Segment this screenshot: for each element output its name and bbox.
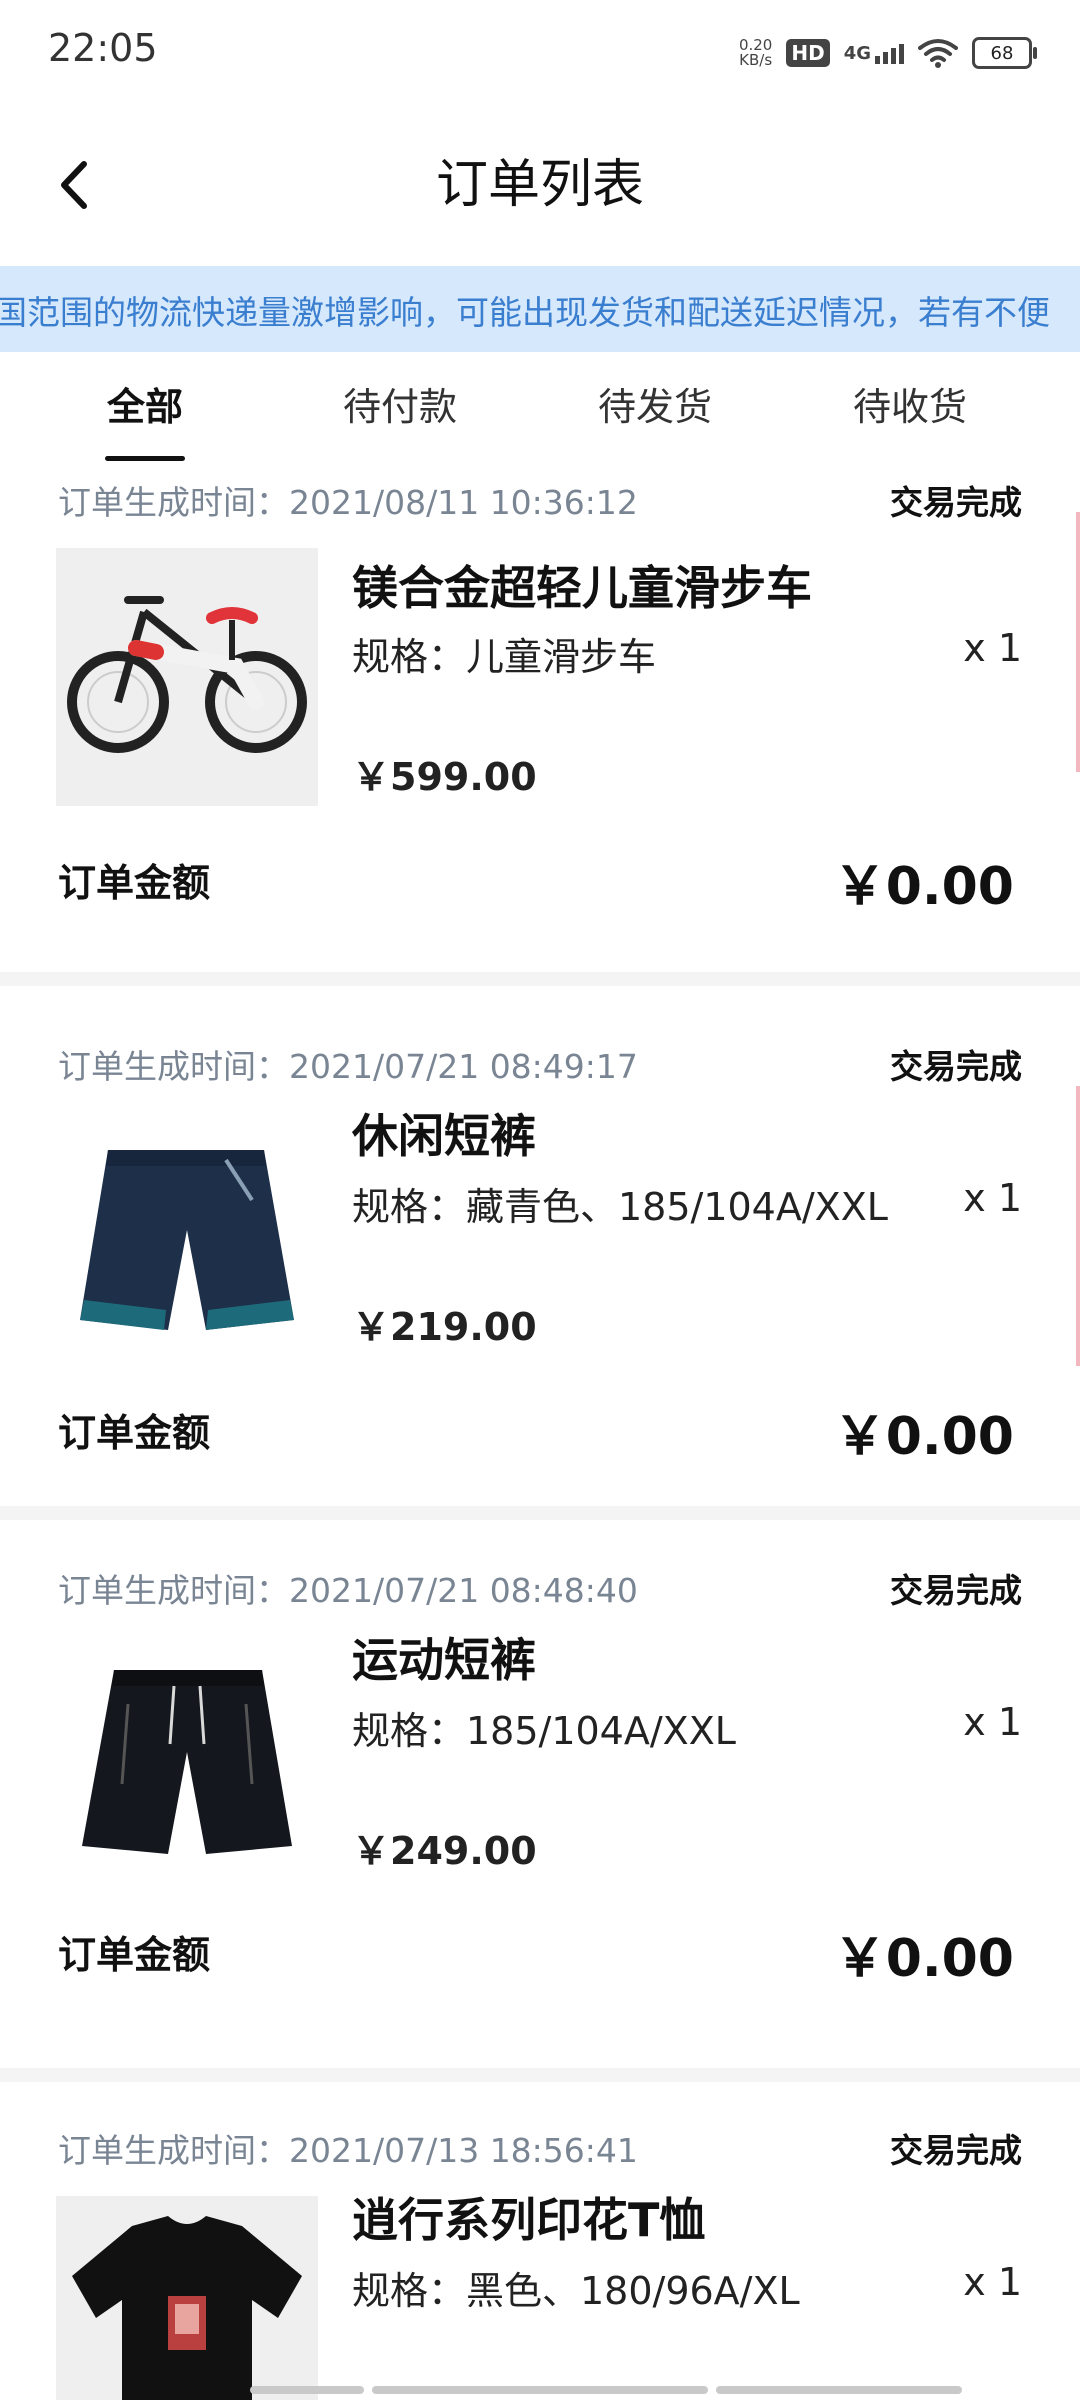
order-status: 交易完成	[890, 483, 1022, 522]
order-tabs: 全部 待付款 待发货 待收货	[0, 352, 1080, 464]
order-card[interactable]: 订单生成时间：2021/07/13 18:56:41 交易完成 逍行系列印花T恤…	[0, 2082, 1080, 2400]
tab-pending-receipt[interactable]: 待收货	[840, 376, 980, 431]
black-shorts-image[interactable]	[56, 1634, 318, 1892]
order-amount-label: 订单金额	[58, 1933, 211, 1977]
navy-shorts-image[interactable]	[56, 1110, 318, 1368]
home-indicator-left	[250, 2386, 364, 2394]
balance-bike-image[interactable]	[56, 548, 318, 806]
network-speed: 0.20 KB/s	[738, 36, 773, 69]
battery-icon: 68	[972, 37, 1037, 69]
order-card[interactable]: 订单生成时间：2021/07/21 08:48:40 交易完成 运动短裤 规格：…	[0, 1520, 1080, 2068]
status-bar: 22:05 0.20 KB/s HD 4G 68	[0, 0, 1080, 100]
scroll-edge-marker	[1076, 512, 1080, 772]
order-time: 订单生成时间：2021/08/11 10:36:12	[58, 483, 638, 522]
black-tshirt-image[interactable]	[56, 2196, 318, 2400]
hd-icon: HD	[786, 39, 830, 67]
signal-icon: 4G	[844, 43, 904, 64]
wifi-icon	[918, 39, 958, 68]
order-divider	[0, 972, 1080, 986]
product-price: ￥599.00	[352, 755, 537, 799]
order-divider	[0, 2068, 1080, 2082]
order-card[interactable]: 订单生成时间：2021/07/21 08:49:17 交易完成 休闲短裤 规格：…	[0, 986, 1080, 1506]
home-indicator-right	[716, 2386, 962, 2394]
notice-text: 国范围的物流快递量激增影响，可能出现发货和配送延迟情况，若有不便	[0, 293, 1050, 332]
order-time: 订单生成时间：2021/07/21 08:49:17	[58, 1047, 638, 1086]
order-time: 订单生成时间：2021/07/21 08:48:40	[58, 1571, 638, 1610]
product-name[interactable]: 休闲短裤	[352, 1100, 536, 1166]
status-icons: 0.20 KB/s HD 4G 68	[738, 30, 1037, 76]
product-price: ￥249.00	[352, 1829, 537, 1873]
product-qty: x 1	[963, 1176, 1022, 1220]
tab-pending-shipment[interactable]: 待发货	[585, 376, 725, 431]
home-indicator-center[interactable]	[372, 2386, 708, 2394]
product-qty: x 1	[963, 2260, 1022, 2304]
tab-active-indicator	[105, 456, 185, 461]
order-amount-value: ￥0.00	[833, 1929, 1014, 1989]
product-name[interactable]: 运动短裤	[352, 1624, 536, 1690]
page-title: 订单列表	[435, 155, 644, 215]
product-qty: x 1	[963, 626, 1022, 670]
product-spec: 规格：185/104A/XXL	[352, 1709, 736, 1753]
order-divider	[0, 1506, 1080, 1520]
notice-banner[interactable]: 国范围的物流快递量激增影响，可能出现发货和配送延迟情况，若有不便	[0, 266, 1080, 352]
product-qty: x 1	[963, 1700, 1022, 1744]
scroll-edge-marker	[1076, 1086, 1080, 1366]
order-amount-value: ￥0.00	[833, 857, 1014, 917]
product-spec: 规格：藏青色、185/104A/XXL	[352, 1185, 888, 1229]
product-spec: 规格：黑色、180/96A/XL	[352, 2269, 800, 2313]
nav-bar: 订单列表	[0, 120, 1080, 250]
product-price: ￥219.00	[352, 1305, 537, 1349]
order-status: 交易完成	[890, 1047, 1022, 1086]
order-list[interactable]: 订单生成时间：2021/08/11 10:36:12 交易完成 镁合金超轻儿童滑…	[0, 462, 1080, 2400]
product-name[interactable]: 镁合金超轻儿童滑步车	[352, 552, 812, 618]
order-amount-value: ￥0.00	[833, 1407, 1014, 1467]
order-amount-label: 订单金额	[58, 861, 211, 905]
tab-pending-payment[interactable]: 待付款	[330, 376, 470, 431]
tab-all[interactable]: 全部	[85, 376, 205, 431]
product-spec: 规格：儿童滑步车	[352, 635, 657, 679]
order-status: 交易完成	[890, 1571, 1022, 1610]
product-name[interactable]: 逍行系列印花T恤	[352, 2184, 705, 2250]
order-time: 订单生成时间：2021/07/13 18:56:41	[58, 2131, 638, 2170]
order-card[interactable]: 订单生成时间：2021/08/11 10:36:12 交易完成 镁合金超轻儿童滑…	[0, 462, 1080, 972]
order-amount-label: 订单金额	[58, 1411, 211, 1455]
status-time: 22:05	[48, 26, 158, 70]
order-status: 交易完成	[890, 2131, 1022, 2170]
